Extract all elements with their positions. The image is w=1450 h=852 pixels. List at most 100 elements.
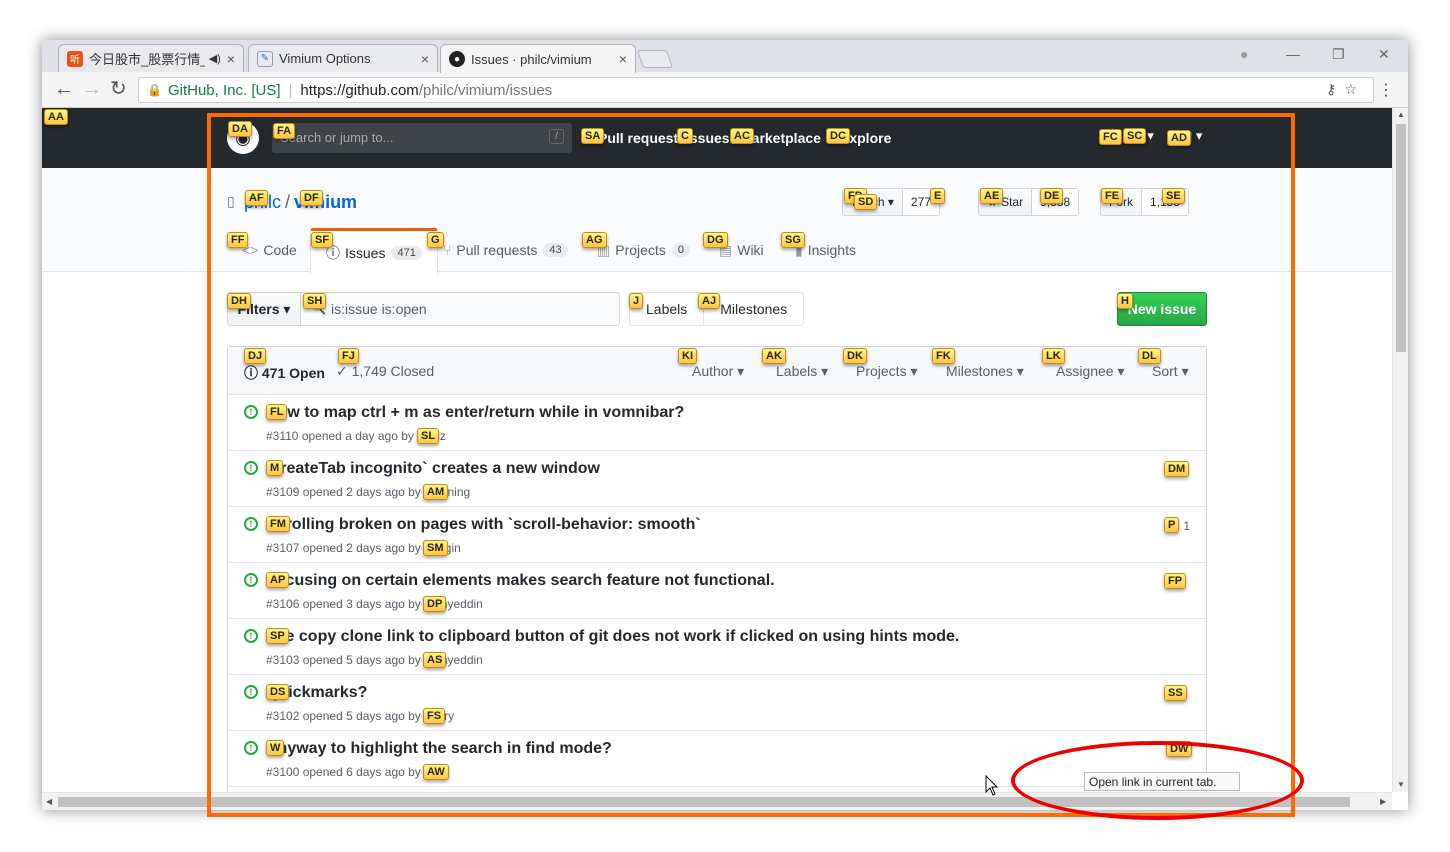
issue-open-icon: ! <box>244 461 258 475</box>
mouse-cursor-icon <box>985 775 999 796</box>
vertical-scrollbar[interactable]: ▲ ▼ <box>1392 108 1408 792</box>
author-filter[interactable]: Author ▾ <box>692 363 744 380</box>
milestones-filter[interactable]: Milestones ▾ <box>946 363 1024 380</box>
issue-title-link[interactable]: The copy clone link to clipboard button … <box>266 628 959 646</box>
audio-playing-icon[interactable]: ◀) <box>209 52 221 65</box>
issue-open-icon: ! <box>244 685 258 699</box>
search-placeholder: Search or jump to... <box>280 130 394 145</box>
new-tab-button[interactable] <box>636 50 674 68</box>
vimium-hint: G <box>427 232 444 248</box>
slash-key-badge: / <box>549 129 564 144</box>
scroll-up-icon[interactable]: ▲ <box>1397 110 1405 119</box>
issue-title-link[interactable]: How to map ctrl + m as enter/return whil… <box>266 404 684 422</box>
url-path: /philc/vimium/issues <box>418 81 553 99</box>
forward-icon[interactable]: → <box>82 78 102 100</box>
issue-title-link[interactable]: Anyway to highlight the search in find m… <box>266 740 612 758</box>
back-icon[interactable]: ← <box>54 78 74 100</box>
browser-toolbar: ← → ↻ 🔒 GitHub, Inc. [US] | https://gith… <box>42 72 1408 108</box>
issue-open-icon: ! <box>244 517 258 531</box>
vimium-hint: FC <box>1099 129 1122 145</box>
issue-meta: #3106 opened 3 days ago by mohyeddin <box>266 597 483 611</box>
vimium-hint: H <box>1117 293 1133 309</box>
vimium-hint: FP <box>1164 573 1187 589</box>
issue-open-icon: ! <box>244 629 258 643</box>
reload-icon[interactable]: ↻ <box>110 78 127 100</box>
vimium-hint: AC <box>730 128 754 144</box>
vertical-scroll-thumb[interactable] <box>1396 124 1406 352</box>
browser-tab-issues[interactable]: ● Issues · philc/vimium × <box>440 44 636 73</box>
labels-filter[interactable]: Labels ▾ <box>776 363 828 380</box>
projects-filter[interactable]: Projects ▾ <box>856 363 918 380</box>
sort-dropdown[interactable]: Sort ▾ <box>1152 363 1189 380</box>
scroll-right-icon[interactable]: ▶ <box>1380 797 1386 806</box>
github-search-input[interactable]: Search or jump to... / <box>272 123 572 153</box>
issues-search-input[interactable]: 🔍 is:issue is:open <box>300 292 620 326</box>
horizontal-scroll-thumb[interactable] <box>58 797 1350 807</box>
vimium-hint: AS <box>423 652 447 668</box>
vimium-hint: SD <box>854 194 878 210</box>
vimium-hint: SM <box>423 540 448 556</box>
vimium-hint: M <box>266 460 284 476</box>
issue-row: ! Focusing on certain elements makes sea… <box>228 563 1206 619</box>
tab-title: Vimium Options <box>279 51 371 66</box>
link-tooltip: Open link in current tab. <box>1084 772 1240 791</box>
vimium-hint: FJ <box>338 348 359 364</box>
open-issues-label: 471 Open <box>261 365 325 381</box>
open-issues-link[interactable]: ⓘ 471 Open <box>244 363 325 383</box>
vimium-hint: AM <box>423 484 449 500</box>
vimium-hint: FL <box>266 404 288 420</box>
vimium-hint: AA <box>44 109 68 125</box>
issue-meta: #3100 opened 6 days ago by an <box>266 765 438 779</box>
close-tab-icon[interactable]: × <box>619 51 627 67</box>
closed-issues-link[interactable]: ✓ 1,749 Closed <box>336 363 434 380</box>
assignee-filter[interactable]: Assignee ▾ <box>1056 363 1125 380</box>
issue-opened-icon: ⓘ <box>244 365 262 381</box>
nav-pull-requests[interactable]: Pull requests <box>598 130 686 146</box>
issue-title-link[interactable]: `createTab incognito` creates a new wind… <box>266 460 600 478</box>
vimium-hint: KI <box>678 348 697 364</box>
bookmark-star-icon[interactable]: ☆ <box>1344 81 1365 97</box>
vimium-hint: AK <box>762 348 786 364</box>
issue-comment-count[interactable]: 1 <box>1183 519 1190 533</box>
issue-title-link[interactable]: Scrolling broken on pages with `scroll-b… <box>266 516 701 534</box>
issue-row: ! Anyway to highlight the search in find… <box>228 731 1206 787</box>
vimium-hint: AG <box>582 232 607 248</box>
omnibox-separator: | <box>288 81 293 99</box>
vimium-hint: FK <box>932 348 955 364</box>
scroll-left-icon[interactable]: ◀ <box>46 797 52 806</box>
minimize-icon[interactable]: — <box>1286 46 1300 62</box>
browser-tab-vimium-options[interactable]: ✎ Vimium Options × <box>248 44 438 72</box>
close-window-icon[interactable]: ✕ <box>1378 46 1390 63</box>
vimium-hint: SL <box>417 428 440 444</box>
address-bar[interactable]: 🔒 GitHub, Inc. [US] | https://github.com… <box>138 77 1374 103</box>
tab-strip: 听 今日股市_股票行情_股 ◀) × ✎ Vimium Options × ● … <box>42 40 1408 73</box>
vimium-hint: SS <box>1164 685 1187 701</box>
issue-title-link[interactable]: Focusing on certain elements makes searc… <box>266 572 775 590</box>
browser-menu-icon[interactable]: ⋮ <box>1378 80 1394 100</box>
close-tab-icon[interactable]: × <box>421 51 429 67</box>
vimium-favicon-icon: ✎ <box>257 50 273 67</box>
tab-pull-requests[interactable]: ⑂ Pull requests 43 <box>428 228 583 272</box>
vimium-hint: SG <box>781 232 805 248</box>
vimium-hint: DS <box>266 684 290 700</box>
browser-tab-stocks[interactable]: 听 今日股市_股票行情_股 ◀) × <box>58 44 244 72</box>
tab-wiki-label: Wiki <box>737 242 764 258</box>
scroll-down-icon[interactable]: ▼ <box>1397 780 1405 789</box>
vimium-hint: DK <box>843 348 867 364</box>
horizontal-scrollbar[interactable]: ◀ ▶ <box>42 792 1392 810</box>
close-tab-icon[interactable]: × <box>227 51 235 67</box>
projects-counter: 0 <box>671 243 690 257</box>
tab-title: 今日股市_股票行情_股 <box>89 52 205 67</box>
profile-icon[interactable]: ● <box>1240 46 1248 62</box>
tab-pull-requests-label: Pull requests <box>456 242 538 258</box>
vimium-hint: AD <box>1167 130 1191 146</box>
vimium-hint: DP <box>423 596 447 612</box>
issue-row: ! The copy clone link to clipboard butto… <box>228 619 1206 675</box>
vimium-hint: SF <box>311 232 334 248</box>
vimium-hint: DJ <box>244 348 267 364</box>
stocks-favicon-icon: 听 <box>67 50 83 67</box>
tab-code-label: Code <box>263 242 297 258</box>
restore-icon[interactable]: ❐ <box>1332 46 1345 63</box>
tab-insights-label: Insights <box>807 242 856 258</box>
key-icon[interactable]: ⚷ <box>1326 81 1344 97</box>
